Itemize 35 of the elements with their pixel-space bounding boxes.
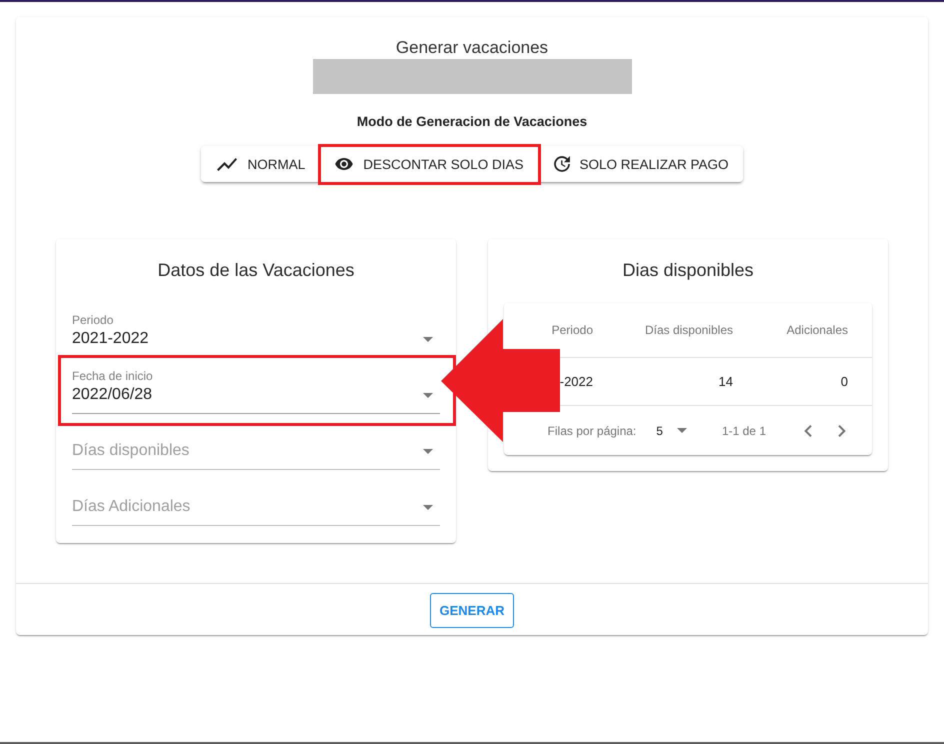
table-cell-text: -2022 (558, 374, 594, 389)
select-field[interactable]: Fecha de inicio 2022/06/28 (72, 366, 440, 414)
chevron-right-icon (838, 424, 846, 436)
table-cell-text: 14 (718, 374, 734, 389)
line-chart-icon (217, 158, 238, 170)
page-range: 1-1 de 1 (722, 424, 766, 438)
caret-down-icon (423, 392, 433, 398)
dialog-title: Generar vacaciones (396, 37, 548, 59)
rows-per-page-select[interactable]: 5 (656, 424, 694, 438)
field-value: 2021-2022 (72, 329, 149, 349)
table-cell-text: 0 (840, 374, 849, 389)
caret-down-icon (423, 504, 433, 510)
mode-toggle-button[interactable]: SOLO REALIZAR PAGO (538, 146, 743, 182)
field-label: Días disponibles (72, 441, 190, 461)
caret-down-icon (423, 448, 433, 454)
field-value: 2022/06/28 (72, 385, 152, 405)
rows-per-page-label: Filas por página: (548, 424, 636, 438)
field-label: Fecha de inicio (72, 369, 153, 383)
field-label: Periodo (72, 313, 114, 327)
generate-button[interactable]: GENERAR (430, 593, 514, 628)
card-title: Dias disponibles (622, 259, 754, 282)
eye-icon (335, 158, 354, 170)
field-label: Días Adicionales (72, 497, 190, 517)
column-header: Días disponibles (644, 323, 734, 337)
column-header: Periodo (550, 323, 594, 337)
mode-toggle-button[interactable]: DESCONTAR SOLO DIAS (319, 146, 538, 182)
clock-arrow-icon (554, 156, 570, 172)
mode-heading: Modo de Generacion de Vacaciones (356, 113, 588, 131)
chevron-left-icon (804, 424, 812, 436)
card-title: Datos de las Vacaciones (158, 259, 354, 282)
column-header: Adicionales (786, 323, 849, 337)
mode-toggle-button[interactable]: NORMAL (201, 146, 320, 182)
caret-down-icon (676, 428, 687, 433)
select-field[interactable]: Periodo 2021-2022 (72, 310, 440, 358)
caret-down-icon (423, 336, 433, 342)
